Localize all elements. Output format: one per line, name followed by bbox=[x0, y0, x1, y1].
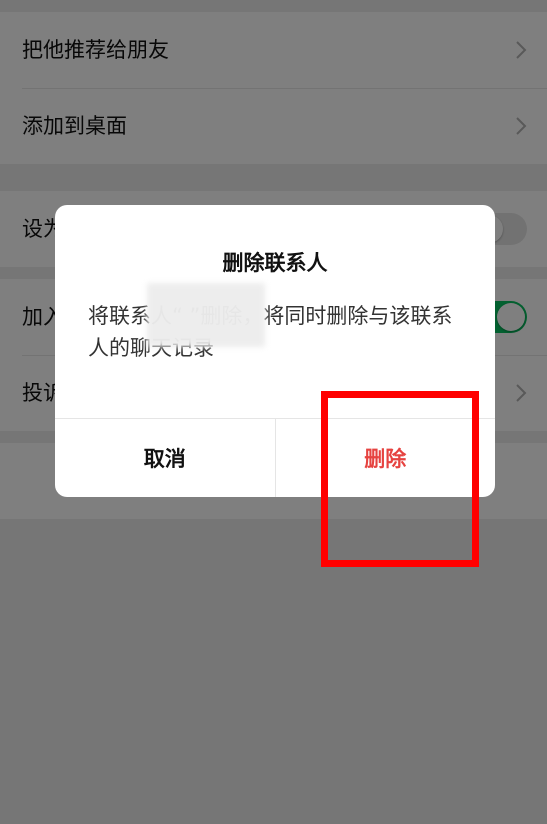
redacted-contact-name bbox=[147, 283, 265, 347]
dialog-message: 将联系人“ ”删除，将同时删除与该联系人的聊天记录 bbox=[88, 304, 453, 360]
dialog-title: 删除联系人 bbox=[222, 251, 328, 275]
cancel-button[interactable]: 取消 bbox=[55, 419, 275, 497]
highlight-annotation-box bbox=[321, 391, 479, 567]
